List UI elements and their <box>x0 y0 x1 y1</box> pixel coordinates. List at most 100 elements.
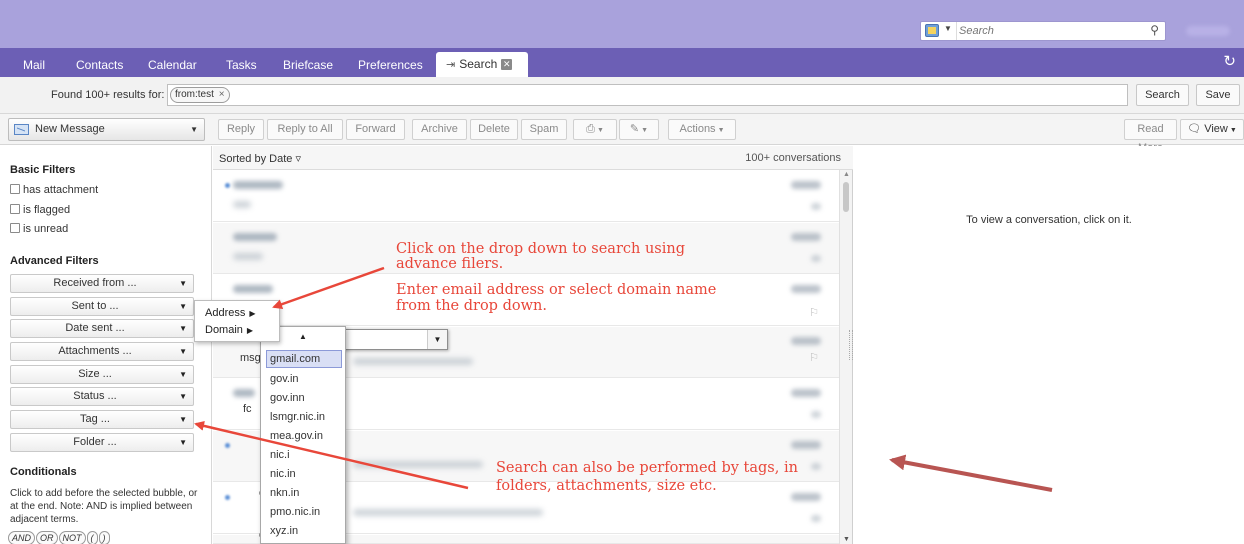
advanced-filters-title: Advanced Filters <box>10 255 99 267</box>
domain-option[interactable]: nic.in <box>266 465 342 483</box>
tab-briefcase[interactable]: Briefcase <box>283 54 333 77</box>
message-date <box>791 181 821 189</box>
filter-date-sent[interactable]: Date sent ... ▼ <box>10 319 194 338</box>
checkbox[interactable] <box>10 184 20 194</box>
domain-option[interactable]: mea.gov.in <box>266 427 342 445</box>
reply-all-button[interactable]: Reply to All <box>267 119 343 140</box>
operator-not[interactable]: NOT <box>58 531 86 544</box>
global-search-box[interactable]: ▼ ⚲ <box>920 21 1166 41</box>
chevron-down-icon[interactable]: ▼ <box>427 330 447 349</box>
tab-mail[interactable]: Mail <box>23 54 45 77</box>
tab-tasks[interactable]: Tasks <box>226 54 257 77</box>
submenu-domain[interactable]: Domain ▶ <box>205 324 253 336</box>
scroll-up-icon[interactable]: ▲ <box>843 171 850 178</box>
filter-received-from[interactable]: Received from ... ▼ <box>10 274 194 293</box>
spam-button[interactable]: Spam <box>521 119 567 140</box>
delete-button[interactable]: Delete <box>470 119 518 140</box>
operator-or[interactable]: OR <box>36 531 58 544</box>
query-bubble-text: from:test <box>175 89 214 100</box>
chevron-right-icon: ▶ <box>246 326 254 335</box>
sort-label-text: Sorted by Date <box>219 153 293 165</box>
results-count-label: Found 100+ results for: <box>51 89 165 101</box>
search-button[interactable]: Search <box>1136 84 1189 106</box>
print-button[interactable]: ⎙ ▼ <box>573 119 617 140</box>
operator-and[interactable]: AND <box>8 531 36 544</box>
message-date <box>791 285 821 293</box>
refresh-icon[interactable]: ↻ <box>1223 52 1236 70</box>
domain-option[interactable]: xyz.in <box>266 522 342 540</box>
domain-option[interactable]: gmail.com <box>266 350 342 368</box>
global-search-input[interactable] <box>959 23 1139 39</box>
filter-status[interactable]: Status ... ▼ <box>10 387 194 406</box>
printer-icon: ⎙ <box>586 123 595 135</box>
flag-icon[interactable]: ⚐ <box>809 306 819 319</box>
tag-button[interactable]: ✎ ▼ <box>619 119 659 140</box>
domain-option[interactable]: gov.inn <box>266 389 342 407</box>
list-item[interactable] <box>213 171 839 222</box>
message-fragment <box>233 253 263 260</box>
annotation-top-line1: Click on the drop down to search using <box>396 241 685 257</box>
scroll-down-icon[interactable]: ▼ <box>843 536 850 543</box>
operator-close-paren[interactable]: ) <box>98 531 110 544</box>
annotation-bottom-line1: Search can also be performed by tags, in <box>496 460 798 476</box>
sort-bar: Sorted by Date ▿ 100+ conversations <box>213 146 853 170</box>
filter-label: Date sent ... <box>65 322 125 334</box>
filter-is-unread[interactable]: is unread <box>10 222 68 236</box>
filter-is-flagged[interactable]: is flagged <box>10 203 70 217</box>
sort-direction-icon: ▿ <box>295 153 301 165</box>
magnifier-icon[interactable]: ⚲ <box>1150 23 1159 37</box>
message-date <box>791 441 821 449</box>
domain-option[interactable]: nkn.in <box>266 484 342 502</box>
flag-icon[interactable]: ⚐ <box>809 351 819 364</box>
read-more-button[interactable]: Read More <box>1124 119 1177 154</box>
filter-size[interactable]: Size ... ▼ <box>10 365 194 384</box>
search-query-field[interactable]: from:test × <box>167 84 1128 106</box>
annotation-top-line3: Enter email address or select domain nam… <box>396 282 717 298</box>
filter-sent-to[interactable]: Sent to ... ▼ <box>10 297 194 316</box>
archive-button[interactable]: Archive <box>412 119 467 140</box>
checkbox[interactable] <box>10 204 20 214</box>
chevron-down-icon: ▼ <box>944 24 952 33</box>
domain-option[interactable]: pmo.nic.in <box>266 503 342 521</box>
sort-by-date[interactable]: Sorted by Date ▿ <box>219 152 301 165</box>
filter-label: Sent to ... <box>71 300 119 312</box>
filter-has-attachment[interactable]: has attachment <box>10 183 98 197</box>
checkbox[interactable] <box>10 223 20 233</box>
operator-open-paren[interactable]: ( <box>86 531 98 544</box>
search-scope-dropdown[interactable]: ▼ <box>921 22 957 40</box>
new-message-label: New Message <box>35 123 105 135</box>
envelope-icon <box>14 124 29 135</box>
user-menu[interactable] <box>1186 26 1230 36</box>
filter-label: Tag ... <box>80 413 110 425</box>
actions-button[interactable]: Actions ▼ <box>668 119 736 140</box>
chevron-down-icon[interactable]: ▼ <box>190 119 198 140</box>
annotation-bottom-line2: folders, attachments, size etc. <box>496 478 717 494</box>
submenu-address-label: Address <box>205 307 246 319</box>
conditionals-help-text: Click to add before the selected bubble,… <box>10 488 198 525</box>
forward-button[interactable]: Forward <box>346 119 405 140</box>
new-message-button[interactable]: New Message ▼ <box>8 118 205 141</box>
pane-resize-handle[interactable] <box>849 330 853 360</box>
unread-dot-icon <box>225 443 230 448</box>
view-button[interactable]: 🗨 View ▼ <box>1180 119 1244 140</box>
message-preview <box>353 509 543 516</box>
reading-pane-hint: To view a conversation, click on it. <box>966 214 1132 226</box>
message-size <box>811 255 821 262</box>
close-icon[interactable]: ✕ <box>501 59 513 71</box>
tab-search[interactable]: ⇥ Search ✕ <box>436 52 528 77</box>
scrollbar-thumb[interactable] <box>843 182 849 212</box>
reply-button[interactable]: Reply <box>218 119 264 140</box>
tab-calendar[interactable]: Calendar <box>148 54 197 77</box>
tab-preferences[interactable]: Preferences <box>358 54 423 77</box>
query-bubble[interactable]: from:test × <box>170 87 230 103</box>
filter-tag[interactable]: Tag ... ▼ <box>10 410 194 429</box>
tab-contacts[interactable]: Contacts <box>76 54 123 77</box>
domain-option[interactable]: lsmgr.nic.in <box>266 408 342 426</box>
filter-folder[interactable]: Folder ... ▼ <box>10 433 194 452</box>
filter-attachments[interactable]: Attachments ... ▼ <box>10 342 194 361</box>
save-search-button[interactable]: Save <box>1196 84 1240 106</box>
submenu-address[interactable]: Address ▶ <box>205 307 256 319</box>
domain-option[interactable]: gov.in <box>266 370 342 388</box>
domain-option[interactable]: nic.i <box>266 446 342 464</box>
remove-bubble-icon[interactable]: × <box>219 89 225 100</box>
